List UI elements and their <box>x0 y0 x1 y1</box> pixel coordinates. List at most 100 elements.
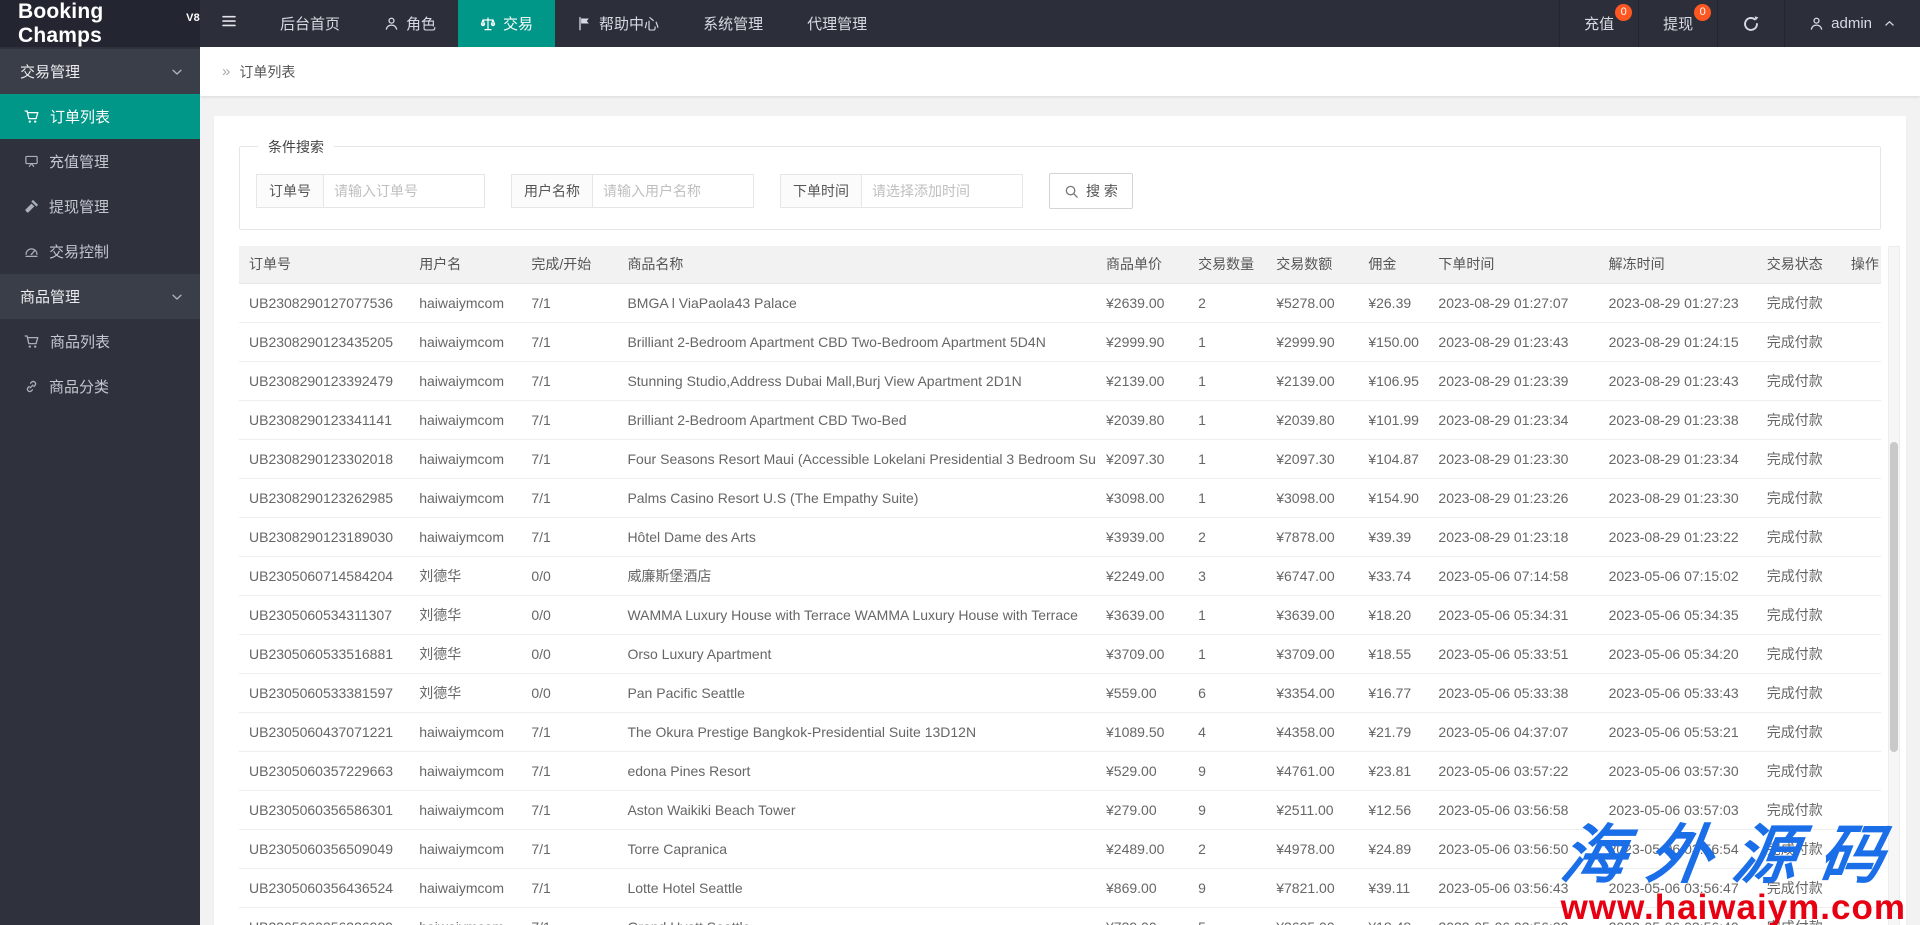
refresh-button[interactable] <box>1717 0 1784 47</box>
cell: ¥3695.00 <box>1266 907 1358 925</box>
cell: ¥26.39 <box>1358 283 1428 322</box>
nav-item-roles[interactable]: 角色 <box>362 0 458 47</box>
cell: Brilliant 2-Bedroom Apartment CBD Two-Be… <box>617 400 1096 439</box>
top-navigation: 后台首页 角色 交易帮助中心系统管理 代理管理 <box>258 0 889 47</box>
announcement-icon <box>24 154 39 169</box>
scales-icon <box>480 16 496 32</box>
cell: UB2305060357229663 <box>239 751 409 790</box>
cell <box>1841 868 1881 907</box>
cell: 完成付款 <box>1757 556 1841 595</box>
cell: haiwaiymcom <box>409 361 521 400</box>
cell: 2023-05-06 03:57:03 <box>1599 790 1757 829</box>
cell: edona Pines Resort <box>617 751 1096 790</box>
cell: 完成付款 <box>1757 283 1841 322</box>
cell: ¥39.11 <box>1358 868 1428 907</box>
cell: 9 <box>1188 868 1266 907</box>
cell: 2023-08-29 01:27:23 <box>1599 283 1757 322</box>
cell: 9 <box>1188 751 1266 790</box>
search-button[interactable]: 搜 索 <box>1049 173 1133 209</box>
sidebar-item-goods-list[interactable]: 商品列表 <box>0 319 200 364</box>
username-field-input[interactable] <box>592 174 754 208</box>
vertical-scrollbar[interactable] <box>1888 246 1900 925</box>
cell: ¥5278.00 <box>1266 283 1358 322</box>
content-card: 条件搜索 订单号用户名称下单时间搜 索 订单号用户名完成/开始商品名称商品单价交… <box>214 116 1906 925</box>
scrollbar-thumb[interactable] <box>1890 442 1898 752</box>
cell: Lotte Hotel Seattle <box>617 868 1096 907</box>
cell: 完成付款 <box>1757 790 1841 829</box>
menu-group-trade[interactable]: 交易管理 <box>0 49 200 94</box>
table-row: UB2305060534311307刘德华0/0WAMMA Luxury Hou… <box>239 595 1881 634</box>
cell: 2023-05-06 05:34:35 <box>1599 595 1757 634</box>
cell: UB2305060533516881 <box>239 634 409 673</box>
cell: 完成付款 <box>1757 907 1841 925</box>
order-time-field-input[interactable] <box>861 174 1023 208</box>
cell: 完成付款 <box>1757 322 1841 361</box>
cell: 1 <box>1188 400 1266 439</box>
nav-item-roles-label: 角色 <box>406 13 436 34</box>
table-row: UB2308290123392479haiwaiymcom7/1Stunning… <box>239 361 1881 400</box>
cell: 完成付款 <box>1757 439 1841 478</box>
cell: The Okura Prestige Bangkok-Presidential … <box>617 712 1096 751</box>
column-header-4: 商品单价 <box>1096 246 1188 283</box>
cell: 0/0 <box>521 634 617 673</box>
flag-icon <box>577 16 592 31</box>
cell: ¥2097.30 <box>1266 439 1358 478</box>
sidebar-item-recharge-mgmt[interactable]: 充值管理 <box>0 139 200 184</box>
cart-icon <box>24 109 40 125</box>
nav-item-agent-label: 代理管理 <box>807 13 867 34</box>
table-row: UB2305060437071221haiwaiymcom7/1The Okur… <box>239 712 1881 751</box>
cell: 2023-05-06 03:56:54 <box>1599 829 1757 868</box>
nav-item-help-center[interactable]: 帮助中心 <box>555 0 681 47</box>
sidebar-item-withdraw-mgmt-label: 提现管理 <box>49 196 109 217</box>
sidebar-item-withdraw-mgmt[interactable]: 提现管理 <box>0 184 200 229</box>
link-icon <box>24 379 39 394</box>
order-no-field-label: 订单号 <box>256 174 323 208</box>
cell: haiwaiymcom <box>409 400 521 439</box>
recharge-button-label: 充值 <box>1584 13 1614 34</box>
cell: Orso Luxury Apartment <box>617 634 1096 673</box>
brand-version: V8 <box>186 12 200 24</box>
cell: 2023-08-29 01:23:38 <box>1599 400 1757 439</box>
recharge-button[interactable]: 充值0 <box>1559 0 1638 47</box>
cell: ¥2489.00 <box>1096 829 1188 868</box>
cell: ¥23.81 <box>1358 751 1428 790</box>
sidebar-item-goods-category[interactable]: 商品分类 <box>0 364 200 409</box>
search-panel: 条件搜索 订单号用户名称下单时间搜 索 <box>239 146 1881 230</box>
cell: 2023-05-06 03:56:43 <box>1428 868 1598 907</box>
cell <box>1841 790 1881 829</box>
admin-menu[interactable]: admin <box>1784 0 1920 47</box>
cell: haiwaiymcom <box>409 478 521 517</box>
cell: ¥16.77 <box>1358 673 1428 712</box>
username-field-label: 用户名称 <box>511 174 592 208</box>
person-icon <box>384 16 399 31</box>
cell: 2023-08-29 01:23:30 <box>1428 439 1598 478</box>
cell: ¥33.74 <box>1358 556 1428 595</box>
sidebar-collapse-button[interactable] <box>200 0 258 47</box>
table-row: UB2308290123341141haiwaiymcom7/1Brillian… <box>239 400 1881 439</box>
cell: WAMMA Luxury House with Terrace WAMMA Lu… <box>617 595 1096 634</box>
cell: haiwaiymcom <box>409 517 521 556</box>
recharge-button-badge: 0 <box>1615 4 1632 21</box>
column-header-11: 操作 <box>1841 246 1881 283</box>
menu-group-goods[interactable]: 商品管理 <box>0 274 200 319</box>
column-header-10: 交易状态 <box>1757 246 1841 283</box>
nav-item-trade[interactable]: 交易 <box>458 0 555 47</box>
cell: UB2308290123189030 <box>239 517 409 556</box>
nav-item-dashboard[interactable]: 后台首页 <box>258 0 362 47</box>
table-row: UB2305060357229663haiwaiymcom7/1edona Pi… <box>239 751 1881 790</box>
cell: ¥3098.00 <box>1096 478 1188 517</box>
cell: ¥2139.00 <box>1096 361 1188 400</box>
cell: UB2308290123302018 <box>239 439 409 478</box>
cell: ¥3709.00 <box>1096 634 1188 673</box>
nav-item-agent[interactable]: 代理管理 <box>785 0 889 47</box>
sidebar-item-order-list[interactable]: 订单列表 <box>0 94 200 139</box>
order-no-field-input[interactable] <box>323 174 485 208</box>
cell: 7/1 <box>521 283 617 322</box>
withdraw-button[interactable]: 提现0 <box>1638 0 1717 47</box>
sidebar-item-trade-control[interactable]: 交易控制 <box>0 229 200 274</box>
nav-item-system[interactable]: 系统管理 <box>681 0 785 47</box>
orders-table-wrap: 订单号用户名完成/开始商品名称商品单价交易数量交易数额佣金下单时间解冻时间交易状… <box>239 246 1881 925</box>
cell: 2023-05-06 04:37:07 <box>1428 712 1598 751</box>
cell: 2023-05-06 05:33:51 <box>1428 634 1598 673</box>
cell: Torre Capranica <box>617 829 1096 868</box>
